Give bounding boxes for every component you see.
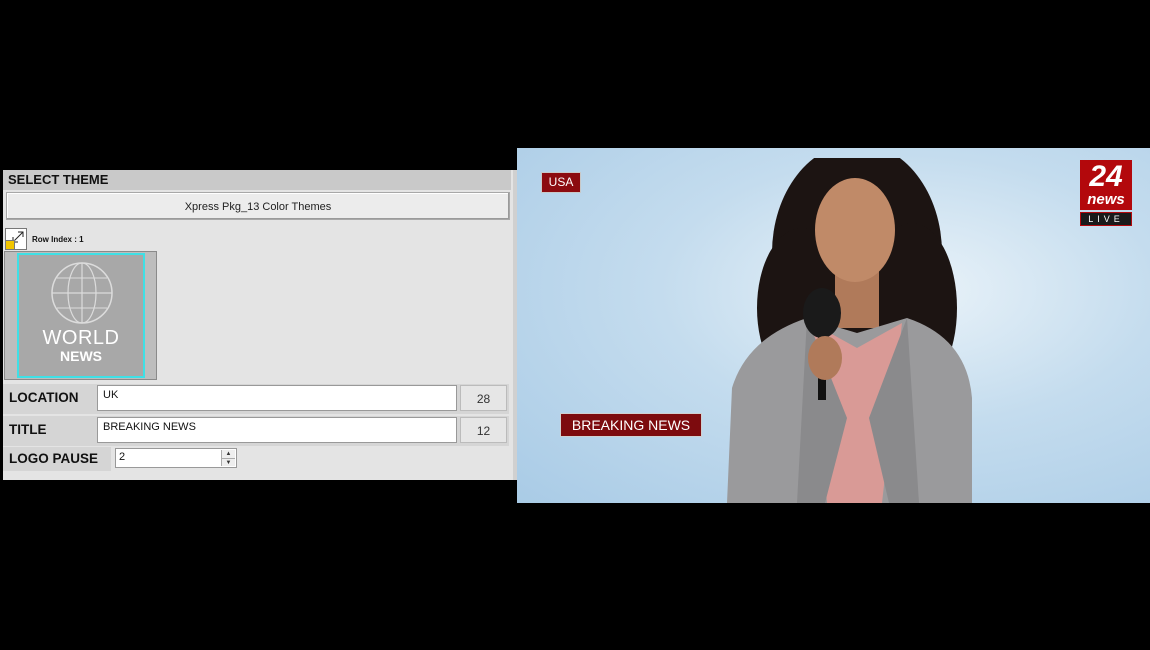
logo-pause-stepper[interactable]: 2 ▲ ▼ bbox=[115, 448, 237, 468]
live-badge: LIVE bbox=[1080, 212, 1132, 226]
thumbnail-title-line1: WORLD bbox=[42, 327, 120, 349]
row-index-label: Row Index : 1 bbox=[32, 235, 84, 244]
theme-thumbnail-frame[interactable]: WORLD NEWS bbox=[4, 251, 157, 380]
thumbnail-title-line2: NEWS bbox=[60, 348, 102, 364]
title-label: TITLE bbox=[9, 422, 47, 437]
logo-number: 24 bbox=[1080, 160, 1132, 194]
presenter-image bbox=[727, 158, 972, 503]
theme-panel: SELECT THEME Xpress Pkg_13 Color Themes … bbox=[3, 170, 523, 480]
logo-word: news bbox=[1080, 192, 1132, 210]
stepper-up-icon[interactable]: ▲ bbox=[222, 450, 235, 458]
title-char-count: 12 bbox=[460, 417, 507, 443]
location-char-count: 28 bbox=[460, 385, 507, 411]
location-tag: USA bbox=[541, 172, 581, 193]
channel-logo: 24 news LIVE bbox=[1080, 160, 1132, 226]
logo-pause-row: LOGO PAUSE bbox=[3, 447, 111, 471]
section-title: SELECT THEME bbox=[3, 170, 511, 190]
title-input[interactable]: BREAKING NEWS bbox=[97, 417, 457, 443]
location-row: LOCATION UK 28 bbox=[3, 384, 509, 414]
location-input[interactable]: UK bbox=[97, 385, 457, 411]
select-theme-button[interactable]: Xpress Pkg_13 Color Themes bbox=[6, 192, 510, 220]
stepper-down-icon[interactable]: ▼ bbox=[222, 458, 235, 467]
expand-icon[interactable] bbox=[5, 228, 27, 250]
stepper-buttons[interactable]: ▲ ▼ bbox=[221, 450, 235, 466]
video-preview: USA BREAKING NEWS 24 news LIVE bbox=[517, 148, 1150, 503]
logo-pause-value[interactable]: 2 bbox=[119, 451, 125, 463]
theme-thumbnail[interactable]: WORLD NEWS bbox=[17, 253, 145, 378]
headline-tag: BREAKING NEWS bbox=[560, 413, 702, 437]
title-row: TITLE BREAKING NEWS 12 bbox=[3, 416, 509, 446]
globe-icon bbox=[51, 262, 113, 324]
logo-pause-label: LOGO PAUSE bbox=[9, 451, 99, 466]
location-label: LOCATION bbox=[9, 390, 79, 405]
